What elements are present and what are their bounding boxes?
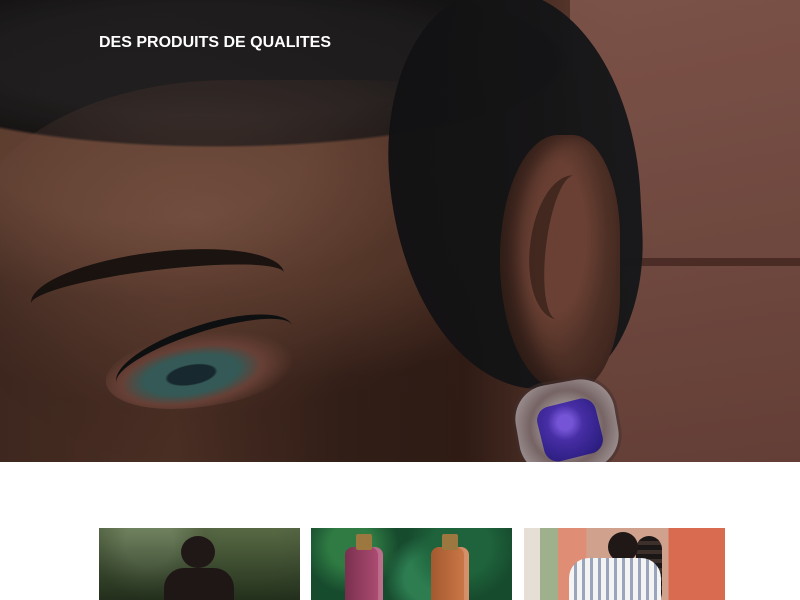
orange-oil-bottle: [431, 534, 469, 600]
hero-title: DES PRODUITS DE QUALITES: [99, 34, 332, 51]
product-landing-page: DES PRODUITS DE QUALITES: [0, 0, 800, 600]
woman-head-image: [181, 536, 215, 568]
product-card-oil-bottles[interactable]: [311, 528, 512, 600]
woman-body-image: [164, 568, 234, 600]
striped-shirt-image: [569, 558, 661, 600]
product-card-garden-woman[interactable]: [99, 528, 300, 600]
product-image-grid: [99, 528, 725, 600]
pink-oil-bottle: [345, 534, 383, 600]
hero-banner: DES PRODUITS DE QUALITES: [0, 0, 800, 462]
product-card-striped-shirt-woman[interactable]: [524, 528, 725, 600]
leaf-background: [311, 528, 512, 600]
